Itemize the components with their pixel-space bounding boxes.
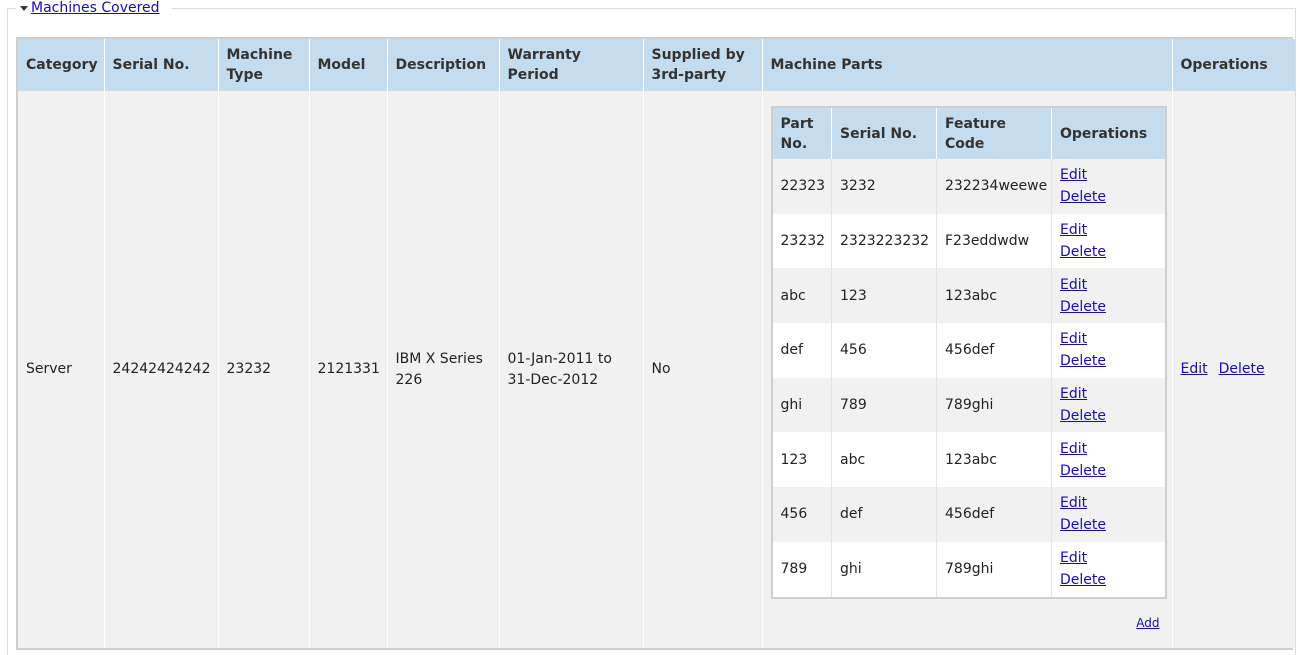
header-category: Category [18, 39, 105, 91]
delete-part-link[interactable]: Delete [1060, 244, 1106, 260]
cell-machine-type: 23232 [218, 91, 310, 648]
frame-border [172, 8, 1296, 9]
parts-cell-part-no: ghi [771, 377, 832, 433]
cell-serial: 24242424242 [104, 91, 219, 648]
parts-row: abc 123 123abc Edit Delete [771, 268, 1166, 324]
parts-cell-operations: Edit Delete [1051, 432, 1166, 488]
edit-part-link[interactable]: Edit [1060, 441, 1087, 457]
parts-cell-operations: Edit Delete [1051, 268, 1166, 324]
parts-cell-feature-code: 789ghi [936, 541, 1052, 598]
parts-cell-part-no: 123 [771, 432, 832, 488]
parts-cell-operations: Edit Delete [1051, 541, 1166, 598]
edit-part-link[interactable]: Edit [1060, 222, 1087, 238]
delete-machine-link[interactable]: Delete [1219, 361, 1265, 377]
delete-part-link[interactable]: Delete [1060, 353, 1106, 369]
header-model: Model [309, 39, 388, 91]
edit-part-link[interactable]: Edit [1060, 277, 1087, 293]
parts-header-serial: Serial No. [831, 107, 937, 159]
parts-cell-feature-code: 232234weewe [936, 159, 1052, 214]
cell-machine-parts: Part No. Serial No. Feature Code Operati… [762, 91, 1173, 648]
parts-cell-part-no: 23232 [771, 213, 832, 269]
cell-supplied: No [643, 91, 763, 648]
parts-row: ghi 789 789ghi Edit Delete [771, 377, 1166, 433]
parts-cell-serial: 123 [831, 268, 937, 324]
parts-cell-operations: Edit Delete [1051, 159, 1166, 214]
parts-cell-feature-code: 456def [936, 487, 1052, 542]
table-header-row: Category Serial No. Machine Type Model D… [18, 39, 1295, 91]
edit-part-link[interactable]: Edit [1060, 386, 1087, 402]
parts-cell-feature-code: 456def [936, 323, 1052, 378]
parts-row: 789 ghi 789ghi Edit Delete [771, 541, 1166, 598]
parts-cell-part-no: abc [771, 268, 832, 324]
parts-cell-feature-code: F23eddwdw [936, 213, 1052, 269]
parts-row: 456 def 456def Edit Delete [771, 487, 1166, 542]
table-row: Server 24242424242 23232 2121331 IBM X S… [18, 91, 1295, 648]
delete-part-link[interactable]: Delete [1060, 463, 1106, 479]
parts-cell-part-no: 789 [771, 541, 832, 598]
parts-header-operations: Operations [1051, 107, 1166, 159]
cell-category: Server [18, 91, 105, 648]
cell-operations: Edit Delete [1172, 91, 1295, 648]
cell-warranty: 01-Jan-2011 to 31-Dec-2012 [499, 91, 644, 648]
parts-row: 123 abc 123abc Edit Delete [771, 432, 1166, 488]
delete-part-link[interactable]: Delete [1060, 408, 1106, 424]
parts-cell-serial: def [831, 487, 937, 542]
parts-header-part-no: Part No. [771, 107, 832, 159]
header-serial: Serial No. [104, 39, 219, 91]
parts-cell-serial: 3232 [831, 159, 937, 214]
parts-cell-serial: 2323223232 [831, 213, 937, 269]
add-part-link[interactable]: Add [1136, 613, 1159, 634]
parts-row: 23232 2323223232 F23eddwdw Edit Delete [771, 213, 1166, 269]
parts-table: Part No. Serial No. Feature Code Operati… [770, 106, 1167, 599]
cell-description: IBM X Series 226 [387, 91, 500, 648]
parts-cell-part-no: 456 [771, 487, 832, 542]
machines-table-container: Category Serial No. Machine Type Model D… [16, 37, 1295, 650]
section-legend: Machines Covered [20, 0, 160, 16]
header-machine-type: Machine Type [218, 39, 310, 91]
parts-row: def 456 456def Edit Delete [771, 323, 1166, 378]
parts-cell-operations: Edit Delete [1051, 487, 1166, 542]
parts-row: 22323 3232 232234weewe Edit Delete [771, 159, 1166, 214]
parts-header-row: Part No. Serial No. Feature Code Operati… [771, 107, 1166, 159]
header-operations: Operations [1172, 39, 1295, 91]
parts-cell-serial: ghi [831, 541, 937, 598]
parts-cell-serial: 456 [831, 323, 937, 378]
edit-part-link[interactable]: Edit [1060, 167, 1087, 183]
parts-cell-feature-code: 123abc [936, 432, 1052, 488]
header-supplied: Supplied by 3rd-party [643, 39, 763, 91]
header-machine-parts: Machine Parts [762, 39, 1173, 91]
frame-border [7, 8, 8, 655]
machines-covered-toggle-link[interactable]: Machines Covered [31, 0, 160, 16]
header-warranty: Warranty Period [499, 39, 644, 91]
frame-border [7, 8, 16, 9]
delete-part-link[interactable]: Delete [1060, 299, 1106, 315]
delete-part-link[interactable]: Delete [1060, 572, 1106, 588]
delete-part-link[interactable]: Delete [1060, 517, 1106, 533]
parts-cell-serial: 789 [831, 377, 937, 433]
edit-part-link[interactable]: Edit [1060, 495, 1087, 511]
edit-machine-link[interactable]: Edit [1181, 361, 1208, 377]
parts-cell-part-no: def [771, 323, 832, 378]
delete-part-link[interactable]: Delete [1060, 189, 1106, 205]
parts-table-container: Part No. Serial No. Feature Code Operati… [770, 106, 1167, 599]
parts-cell-feature-code: 789ghi [936, 377, 1052, 433]
parts-cell-operations: Edit Delete [1051, 323, 1166, 378]
parts-header-feature-code: Feature Code [936, 107, 1052, 159]
parts-cell-operations: Edit Delete [1051, 213, 1166, 269]
parts-cell-feature-code: 123abc [936, 268, 1052, 324]
collapse-triangle-icon[interactable] [20, 5, 28, 11]
edit-part-link[interactable]: Edit [1060, 331, 1087, 347]
edit-part-link[interactable]: Edit [1060, 550, 1087, 566]
parts-cell-part-no: 22323 [771, 159, 832, 214]
frame-border [1295, 8, 1296, 655]
parts-cell-operations: Edit Delete [1051, 377, 1166, 433]
machines-table: Category Serial No. Machine Type Model D… [18, 39, 1295, 648]
header-description: Description [387, 39, 500, 91]
cell-model: 2121331 [309, 91, 388, 648]
parts-cell-serial: abc [831, 432, 937, 488]
